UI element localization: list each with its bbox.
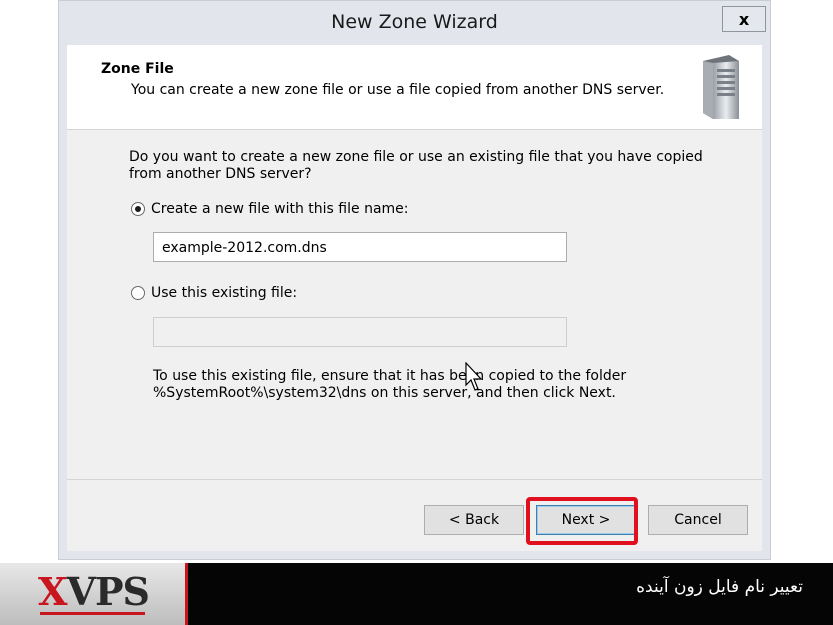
page-subtitle: You can create a new zone file or use a … — [131, 82, 665, 98]
banner-divider — [185, 563, 188, 625]
footer-separator — [67, 479, 762, 480]
footer-banner: XVPS تعییر نام فایل زون آینده — [0, 563, 833, 625]
radio-selected-icon[interactable] — [131, 202, 145, 216]
note-line: To use this existing file, ensure that i… — [153, 368, 627, 384]
radio-use-existing[interactable]: Use this existing file: — [131, 285, 297, 301]
title-bar: New Zone Wizard x — [59, 1, 770, 45]
question-line: from another DNS server? — [129, 166, 312, 182]
question-text: Do you want to create a new zone file or… — [129, 149, 709, 183]
logo-underline — [40, 612, 145, 615]
existing-file-note: To use this existing file, ensure that i… — [153, 368, 653, 402]
dns-server-icon — [703, 55, 739, 119]
new-file-name-input[interactable]: example-2012.com.dns — [153, 232, 567, 262]
next-button-highlight — [526, 497, 638, 545]
wizard-client-area: Zone File You can create a new zone file… — [67, 45, 762, 551]
window-title: New Zone Wizard — [331, 11, 498, 33]
note-line: %SystemRoot%\system32\dns on this server… — [153, 385, 616, 401]
close-button[interactable]: x — [722, 6, 766, 32]
cancel-button[interactable]: Cancel — [648, 505, 748, 535]
question-line: Do you want to create a new zone file or… — [129, 149, 703, 165]
radio-create-new[interactable]: Create a new file with this file name: — [131, 201, 409, 217]
mouse-cursor-icon — [465, 362, 483, 391]
existing-file-input — [153, 317, 567, 347]
banner-caption: تعییر نام فایل زون آینده — [636, 577, 803, 597]
xvps-logo: XVPS — [38, 569, 150, 614]
back-button[interactable]: < Back — [424, 505, 524, 535]
wizard-window: New Zone Wizard x Zone File You can crea… — [58, 0, 771, 560]
wizard-header: Zone File You can create a new zone file… — [67, 45, 762, 130]
page-title: Zone File — [101, 61, 174, 77]
radio-create-new-label: Create a new file with this file name: — [151, 201, 409, 217]
radio-unselected-icon[interactable] — [131, 286, 145, 300]
radio-use-existing-label: Use this existing file: — [151, 285, 298, 301]
logo-area: XVPS — [0, 563, 185, 625]
